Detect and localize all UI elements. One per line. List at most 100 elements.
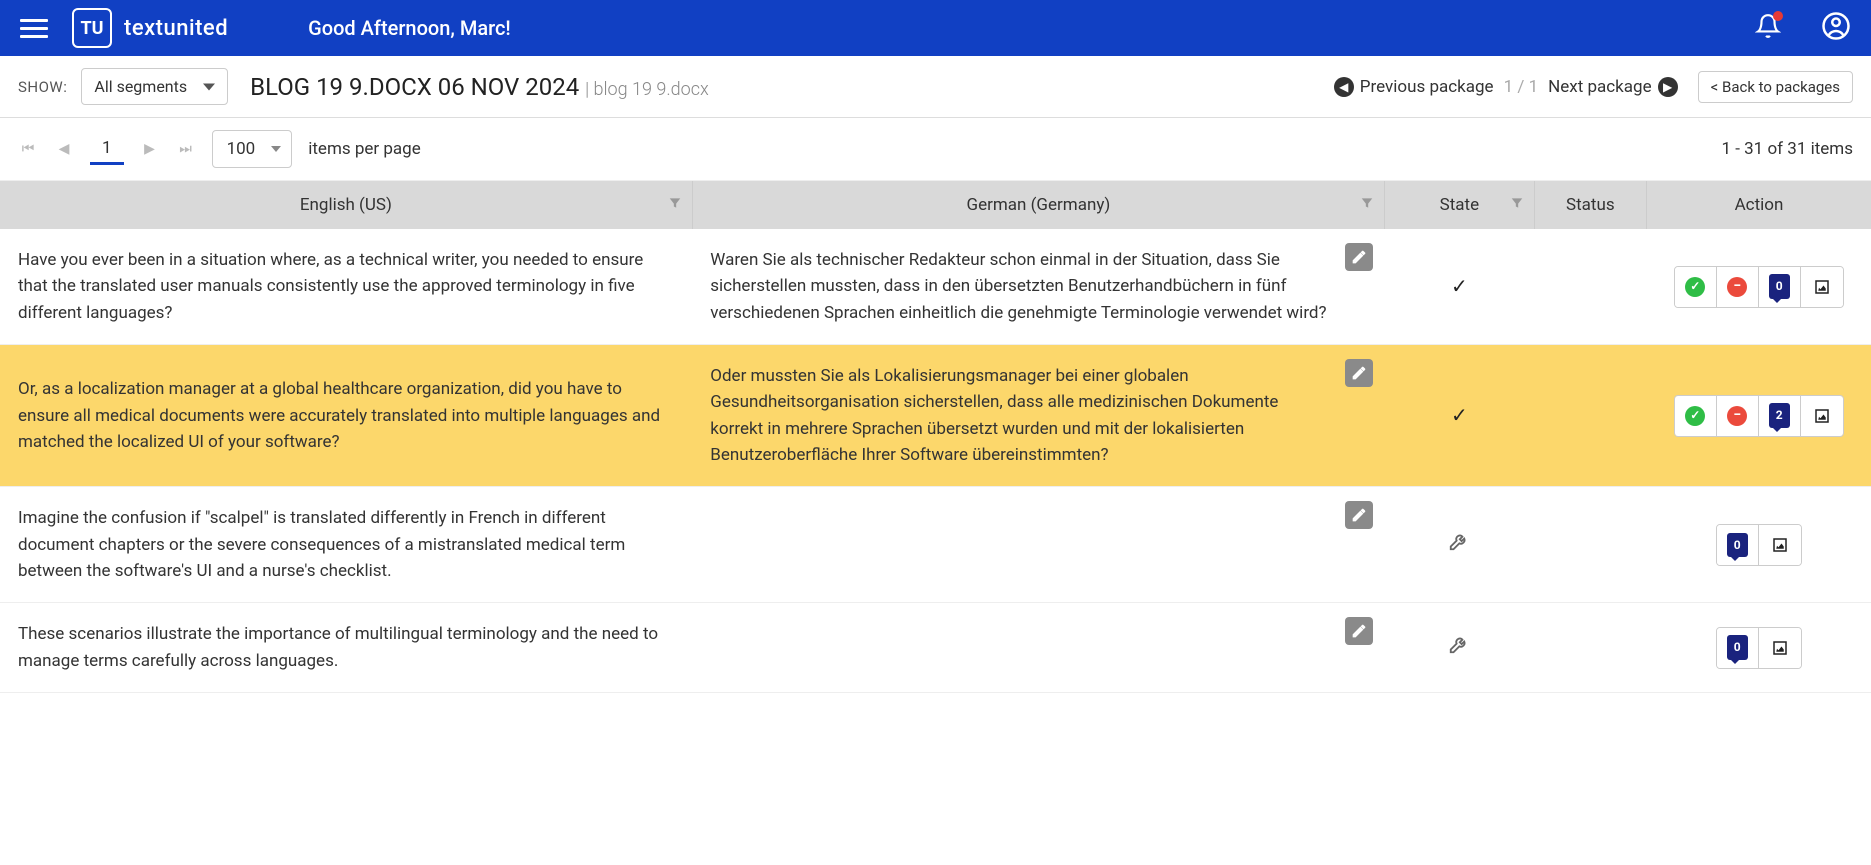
action-cell: 0 xyxy=(1646,487,1871,603)
show-label: SHOW: xyxy=(18,78,67,96)
table-row[interactable]: Have you ever been in a situation where,… xyxy=(0,229,1871,345)
comment-count: 0 xyxy=(1727,533,1748,558)
wrench-icon xyxy=(1448,633,1470,655)
pencil-icon xyxy=(1351,249,1367,265)
target-cell[interactable]: Oder mussten Sie als Lokalisierungsmanag… xyxy=(692,345,1384,487)
action-cell: 0 xyxy=(1646,229,1871,345)
source-cell[interactable]: Imagine the confusion if "scalpel" is tr… xyxy=(0,487,692,603)
col-source: English (US) xyxy=(0,181,692,229)
app-header: TU textunited Good Afternoon, Marc! xyxy=(0,0,1871,56)
status-cell xyxy=(1534,487,1646,603)
check-circle-icon xyxy=(1685,406,1705,426)
document-toolbar: SHOW: All segments BLOG 19 9.DOCX 06 NOV… xyxy=(0,56,1871,118)
preview-button[interactable] xyxy=(1801,267,1843,307)
col-target: German (Germany) xyxy=(692,181,1384,229)
user-menu-button[interactable] xyxy=(1821,11,1851,45)
brand-logo[interactable]: TU textunited xyxy=(72,8,228,48)
page-size-select[interactable]: 100 xyxy=(212,130,293,168)
minus-circle-icon xyxy=(1727,277,1747,297)
comments-button[interactable]: 0 xyxy=(1717,525,1759,565)
col-state: State xyxy=(1385,181,1535,229)
minus-circle-icon xyxy=(1727,406,1747,426)
image-icon xyxy=(1771,639,1789,657)
table-row[interactable]: These scenarios illustrate the importanc… xyxy=(0,603,1871,693)
segment-filter-value: All segments xyxy=(94,77,187,96)
image-icon xyxy=(1813,278,1831,296)
comments-button[interactable]: 0 xyxy=(1717,628,1759,668)
approve-button[interactable] xyxy=(1675,267,1717,307)
user-icon xyxy=(1821,11,1851,41)
menu-button[interactable] xyxy=(20,14,48,42)
reject-button[interactable] xyxy=(1717,267,1759,307)
preview-button[interactable] xyxy=(1801,396,1843,436)
check-circle-icon xyxy=(1685,277,1705,297)
prev-page-button[interactable]: ◀ xyxy=(54,141,74,157)
table-row[interactable]: Imagine the confusion if "scalpel" is tr… xyxy=(0,487,1871,603)
notification-dot-icon xyxy=(1773,11,1783,21)
comments-button[interactable]: 2 xyxy=(1759,396,1801,436)
wrench-icon xyxy=(1448,530,1470,552)
edit-button[interactable] xyxy=(1345,359,1373,387)
arrow-right-circle-icon: ▶ xyxy=(1658,77,1678,97)
segment-filter-select[interactable]: All segments xyxy=(81,68,228,105)
reject-button[interactable] xyxy=(1717,396,1759,436)
item-range: 1 - 31 of 31 items xyxy=(1721,139,1853,159)
col-status: Status xyxy=(1534,181,1646,229)
per-page-label: items per page xyxy=(308,139,421,159)
brand-name: textunited xyxy=(124,16,228,41)
source-cell[interactable]: Or, as a localization manager at a globa… xyxy=(0,345,692,487)
back-to-packages-button[interactable]: < Back to packages xyxy=(1698,71,1853,103)
pencil-icon xyxy=(1351,623,1367,639)
edit-button[interactable] xyxy=(1345,617,1373,645)
status-cell xyxy=(1534,345,1646,487)
target-cell[interactable] xyxy=(692,603,1384,693)
notifications-button[interactable] xyxy=(1755,13,1781,43)
chevron-down-icon xyxy=(203,83,215,90)
col-action: Action xyxy=(1646,181,1871,229)
logo-icon: TU xyxy=(72,8,112,48)
comment-count: 2 xyxy=(1769,403,1790,428)
first-page-button[interactable]: ⏮ xyxy=(18,141,38,157)
package-nav: ◀ Previous package 1 / 1 Next package ▶ … xyxy=(1334,71,1853,103)
filter-icon[interactable] xyxy=(668,195,682,215)
check-icon: ✓ xyxy=(1451,403,1468,427)
check-icon: ✓ xyxy=(1451,274,1468,298)
table-row[interactable]: Or, as a localization manager at a globa… xyxy=(0,345,1871,487)
last-page-button[interactable]: ⏭ xyxy=(176,141,196,157)
preview-button[interactable] xyxy=(1759,628,1801,668)
image-icon xyxy=(1813,407,1831,425)
comment-count: 0 xyxy=(1769,274,1790,299)
source-cell[interactable]: These scenarios illustrate the importanc… xyxy=(0,603,692,693)
pencil-icon xyxy=(1351,507,1367,523)
next-page-button[interactable]: ▶ xyxy=(140,141,160,157)
target-cell[interactable] xyxy=(692,487,1384,603)
action-cell: 2 xyxy=(1646,345,1871,487)
document-subtitle: | blog 19 9.docx xyxy=(585,79,709,100)
edit-button[interactable] xyxy=(1345,243,1373,271)
target-cell[interactable]: Waren Sie als technischer Redakteur scho… xyxy=(692,229,1384,345)
chevron-down-icon xyxy=(271,146,281,152)
status-cell xyxy=(1534,229,1646,345)
next-package-button[interactable]: Next package ▶ xyxy=(1548,77,1677,97)
comment-count: 0 xyxy=(1727,635,1748,660)
filter-icon[interactable] xyxy=(1360,195,1374,215)
source-cell[interactable]: Have you ever been in a situation where,… xyxy=(0,229,692,345)
pencil-icon xyxy=(1351,365,1367,381)
action-group: 0 xyxy=(1716,627,1802,669)
image-icon xyxy=(1771,536,1789,554)
preview-button[interactable] xyxy=(1759,525,1801,565)
approve-button[interactable] xyxy=(1675,396,1717,436)
comments-button[interactable]: 0 xyxy=(1759,267,1801,307)
table-header-row: English (US) German (Germany) State Stat… xyxy=(0,181,1871,229)
state-cell xyxy=(1385,487,1535,603)
status-cell xyxy=(1534,603,1646,693)
filter-icon[interactable] xyxy=(1510,195,1524,215)
current-page[interactable]: 1 xyxy=(90,134,124,165)
edit-button[interactable] xyxy=(1345,501,1373,529)
state-cell: ✓ xyxy=(1385,345,1535,487)
action-group: 0 xyxy=(1716,524,1802,566)
segments-table: English (US) German (Germany) State Stat… xyxy=(0,181,1871,693)
state-cell xyxy=(1385,603,1535,693)
document-title: BLOG 19 9.DOCX 06 NOV 2024 | blog 19 9.d… xyxy=(250,73,709,101)
previous-package-button[interactable]: ◀ Previous package xyxy=(1334,77,1494,97)
